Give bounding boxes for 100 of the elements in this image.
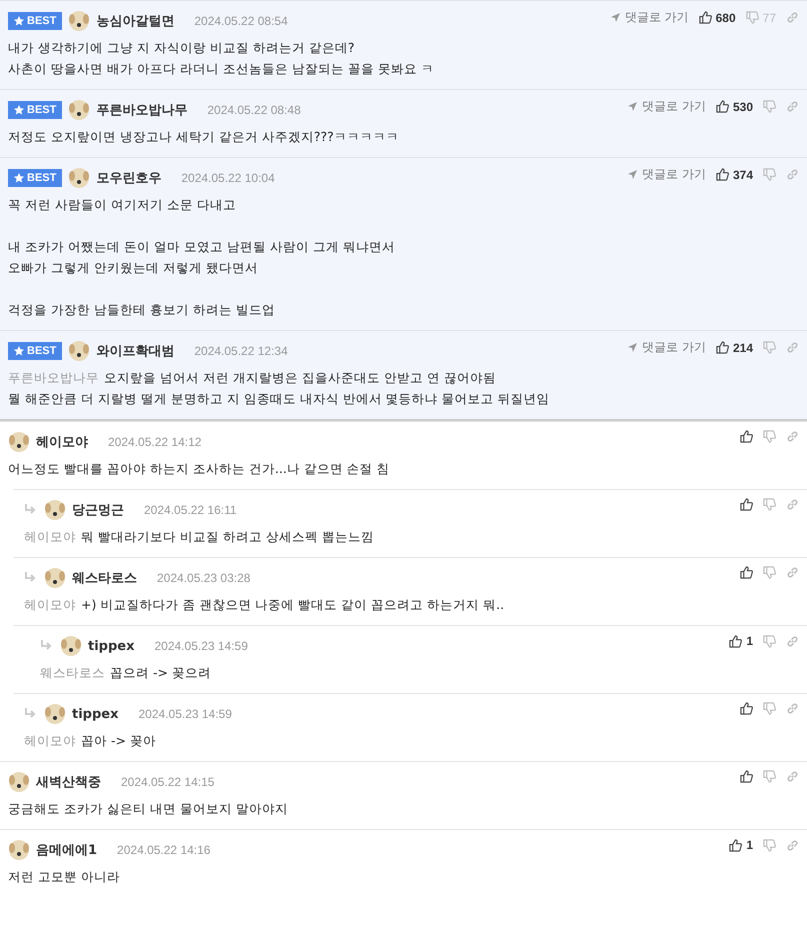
upvote-button[interactable]: 530 [716,100,753,114]
thumbs-down-icon [746,11,759,24]
upvote-button[interactable]: 680 [698,10,736,24]
avatar-icon [68,99,90,121]
upvote-button[interactable] [740,566,753,579]
thumbs-up-icon [740,702,753,715]
downvote-button[interactable] [763,838,776,852]
comment-date: 2024.05.22 14:16 [117,843,210,857]
link-icon [786,838,799,852]
downvote-button[interactable] [763,634,776,648]
comment-date: 2024.05.23 03:28 [157,571,250,585]
link-icon [786,566,799,579]
avatar-icon [44,567,66,589]
upvote-button[interactable] [740,498,753,511]
comment-text: 궁금해도 조카가 싫은티 내면 물어보지 말아야지 [8,800,289,818]
link-icon [786,11,799,24]
author-name: 모우린호우 [96,170,162,187]
thumbs-down-icon [763,566,776,579]
link-button[interactable] [786,11,799,24]
comment-date: 2024.05.22 16:11 [144,503,237,517]
downvote-button[interactable] [763,566,776,579]
author-name: 헤이모야 [36,434,88,451]
thumbs-up-icon [716,168,729,181]
link-icon [786,430,799,443]
thumbs-down-icon [763,634,776,648]
reply-arrow-icon [40,640,54,652]
author-name: tippex [88,638,134,654]
link-button[interactable] [786,168,799,181]
goto-comment-link[interactable]: 댓글로 가기 [627,98,706,115]
reply-arrow-icon [24,708,38,720]
thumbs-up-icon [740,770,753,783]
thumbs-up-icon [729,634,742,648]
avatar-icon [68,340,90,362]
link-button[interactable] [786,838,799,852]
comment-text: 웨스타로스 꼽으려 -> 꽂으려 [40,664,212,682]
avatar-icon [8,839,30,861]
upvote-button[interactable]: 1 [729,634,753,648]
author-name: 농심아갈털면 [96,13,174,30]
downvote-button[interactable] [763,702,776,715]
navigation-arrow-icon [627,342,638,353]
goto-comment-link[interactable]: 댓글로 가기 [627,339,706,356]
thumbs-up-icon [716,341,729,354]
link-icon [786,498,799,511]
author-name: 푸른바오밥나무 [96,102,188,119]
link-icon [786,168,799,181]
thumbs-down-icon [763,341,776,354]
thumbs-down-icon [763,770,776,783]
goto-comment-link[interactable]: 댓글로 가기 [627,166,706,183]
downvote-button[interactable] [763,341,776,354]
comment-text: 저런 고모뿐 아니라 [8,868,121,886]
comment-date: 2024.05.22 12:34 [194,344,288,358]
avatar-icon [8,431,30,453]
link-button[interactable] [786,770,799,783]
link-button[interactable] [786,634,799,648]
comment-text: 헤이모야 꼽아 -> 꽂아 [24,732,157,750]
link-button[interactable] [786,702,799,715]
comment-text: 푸른바오밥나무 오지랖을 넘어서 저런 개지랄병은 집을사준대도 안받고 연 끊어야됨 뭘 해준안큼 더 지랄병 떨게 분명하고 지 임종때도 내자식 반에서 몇등하냐 물어보고 뒤질년임 [8,369,551,408]
upvote-button[interactable] [740,430,753,443]
link-button[interactable] [786,498,799,511]
reply-arrow-icon [24,504,38,516]
avatar-icon [68,167,90,189]
best-badge: BEST [8,101,62,119]
comment-text: 꼭 저런 사람들이 여기저기 소문 다내고 내 조카가 어쨌는데 돈이 얼마 모였고 남편될 사람이 그게 뭐냐면서 오빠가 그렇게 안키웠는데 저렇게 됐다면서 걱정을 가장한 남들한테 흉보기 하려는 빌드업 [8,196,396,319]
comment-date: 2024.05.22 08:54 [194,14,288,28]
goto-comment-link[interactable]: 댓글로 가기 [610,9,689,26]
downvote-button[interactable] [763,100,776,113]
upvote-button[interactable]: 374 [716,168,753,182]
thumbs-up-icon [740,498,753,511]
downvote-button[interactable] [763,430,776,443]
star-icon [14,105,24,115]
downvote-button[interactable] [763,770,776,783]
author-name: 새벽산책중 [36,774,101,791]
link-button[interactable] [786,341,799,354]
author-name: 당근멍근 [72,502,124,519]
comment-date: 2024.05.23 14:59 [138,707,232,721]
author-name: 웨스타로스 [72,570,137,587]
upvote-button[interactable]: 1 [729,838,753,852]
thumbs-up-icon [729,838,742,852]
thumbs-up-icon [698,11,712,24]
upvote-button[interactable] [740,770,753,783]
star-icon [14,346,24,356]
downvote-button[interactable] [763,498,776,511]
thumbs-up-icon [740,566,753,579]
link-button[interactable] [786,100,799,113]
upvote-button[interactable] [740,702,753,715]
avatar-icon [44,499,66,521]
link-button[interactable] [786,566,799,579]
comment-text: 내가 생각하기에 그냥 지 자식이랑 비교질 하려는거 같은데? 사촌이 땅을사면 배가 아프다 라더니 조선놈들은 남잘되는 꼴을 못봐요 ㅋ [8,39,435,78]
link-button[interactable] [786,430,799,443]
star-icon [14,16,24,26]
navigation-arrow-icon [627,101,638,112]
navigation-arrow-icon [610,12,621,23]
thumbs-down-icon [763,100,776,113]
upvote-button[interactable]: 214 [716,340,753,354]
thumbs-down-icon [763,702,776,715]
comment-text: 어느정도 빨대를 꼽아야 하는지 조사하는 건가...나 같으면 손절 침 [8,460,391,478]
comment-date: 2024.05.22 10:04 [181,171,275,185]
author-name: 음메에에1 [36,842,98,859]
thumbs-up-icon [740,430,753,443]
downvote-button[interactable] [763,168,776,181]
